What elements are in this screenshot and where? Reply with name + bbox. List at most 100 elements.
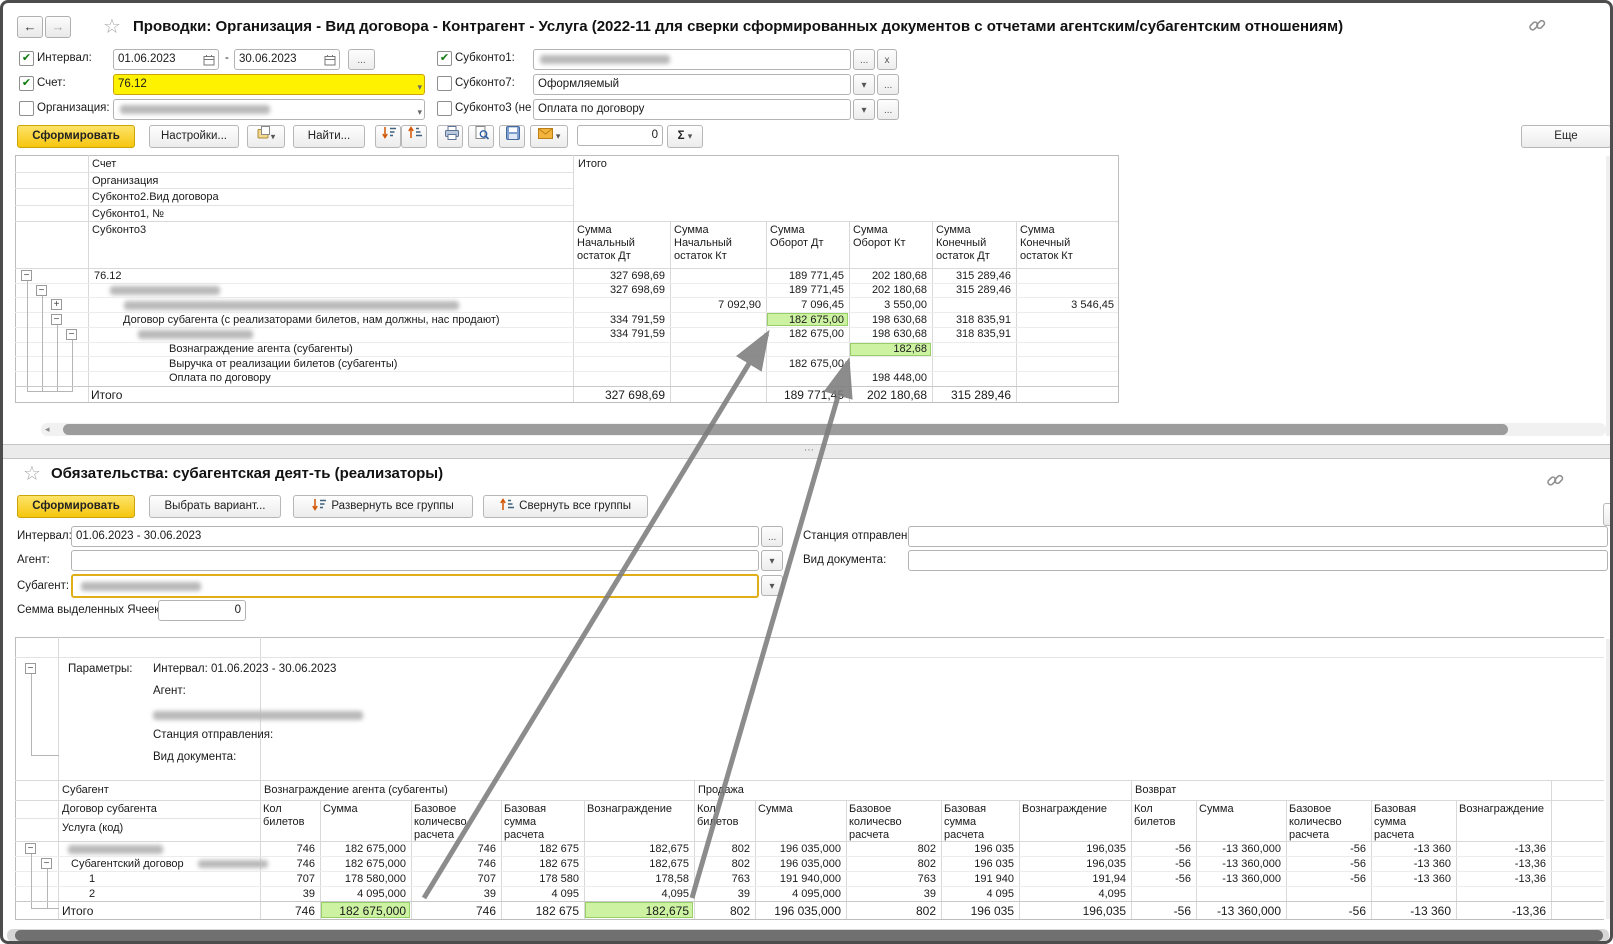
table-cell[interactable]: 327 698,69 (576, 284, 665, 296)
table-cell[interactable]: 198 448,00 (852, 372, 927, 384)
table-cell[interactable]: 334 791,59 (576, 314, 665, 326)
table-cell[interactable]: -56 (1289, 904, 1366, 918)
table-row-label[interactable]: 1 (89, 873, 95, 885)
table-cell[interactable]: 189 771,45 (769, 270, 844, 282)
table-cell[interactable]: 802 (697, 904, 750, 918)
table-cell[interactable]: 802 (849, 858, 936, 870)
doctype-input[interactable] (908, 550, 1608, 571)
table-cell[interactable]: 3 550,00 (852, 299, 927, 311)
table-row-label[interactable]: Вознаграждение агента (субагенты) (169, 343, 353, 355)
table-cell[interactable]: 196 035,000 (758, 843, 841, 855)
org-input[interactable]: ▾ (113, 99, 425, 120)
table-cell[interactable]: -13,36 (1459, 904, 1546, 918)
table-cell[interactable]: -56 (1289, 843, 1366, 855)
subkonto1-clear-button[interactable]: x (877, 49, 897, 70)
table-cell[interactable]: 182,675 (587, 858, 689, 870)
subkonto3-checkbox[interactable] (437, 101, 452, 116)
table-cell[interactable]: 191,94 (1022, 873, 1126, 885)
table-cell[interactable]: -13 360 (1374, 858, 1451, 870)
table-cell[interactable]: 202 180,68 (852, 284, 927, 296)
subagent-input[interactable] (71, 574, 759, 598)
table-cell[interactable]: 178 580,000 (323, 873, 406, 885)
table-cell[interactable]: -13 360 (1374, 904, 1451, 918)
save-button[interactable] (499, 125, 525, 148)
more-button[interactable]: Еще (1521, 125, 1611, 148)
table-cell[interactable]: 7 092,90 (673, 299, 761, 311)
subkonto1-input[interactable] (533, 49, 851, 70)
table-cell[interactable]: -13 360,000 (1199, 858, 1281, 870)
table-cell[interactable]: -13,36 (1459, 873, 1546, 885)
org-checkbox[interactable] (19, 101, 34, 116)
print-button[interactable] (437, 125, 463, 148)
table-cell[interactable]: 707 (414, 873, 496, 885)
table-cell[interactable]: -13 360 (1374, 843, 1451, 855)
dropdown-icon[interactable]: ▾ (417, 103, 422, 120)
tree-toggle-collapse[interactable]: − (25, 843, 36, 854)
station-input[interactable] (908, 526, 1608, 547)
link-icon[interactable] (1528, 16, 1547, 40)
table-cell[interactable]: 202 180,68 (852, 270, 927, 282)
favorite-star-icon[interactable]: ☆ (23, 464, 41, 484)
interval-more-button[interactable]: ... (348, 49, 375, 70)
table-cell[interactable]: 182 675 (504, 843, 579, 855)
calendar-icon[interactable] (203, 54, 215, 70)
table-cell[interactable]: 4 095,000 (758, 888, 841, 900)
table-cell[interactable]: 746 (263, 843, 315, 855)
table-cell[interactable]: -56 (1134, 904, 1191, 918)
table-cell[interactable]: -13,36 (1459, 858, 1546, 870)
table-cell[interactable]: 315 289,46 (935, 388, 1011, 402)
table-cell[interactable]: 334 791,59 (576, 328, 665, 340)
table-cell[interactable]: 182 675,000 (323, 904, 406, 918)
interval-checkbox[interactable]: ✔ (19, 51, 34, 66)
subkonto7-input[interactable]: Оформляемый (533, 74, 851, 95)
tree-toggle-collapse[interactable]: − (25, 663, 36, 674)
panel-splitter[interactable]: ⋯ (3, 444, 1613, 459)
interval-choose-button[interactable]: ... (761, 526, 783, 547)
table-cell[interactable]: 182 675,00 (769, 328, 844, 340)
date-to-input[interactable]: 30.06.2023 (234, 49, 340, 70)
table-cell[interactable]: -56 (1134, 873, 1191, 885)
tree-toggle-collapse[interactable]: − (51, 314, 62, 325)
table-cell[interactable]: 327 698,69 (576, 270, 665, 282)
mail-button[interactable]: ▾ (530, 125, 568, 148)
table-cell[interactable]: 746 (414, 904, 496, 918)
scroll-left-icon[interactable]: ◂ (45, 424, 50, 435)
more-button-clipped[interactable] (1603, 503, 1613, 526)
table-cell[interactable]: 196,035 (1022, 858, 1126, 870)
table-cell[interactable]: 315 289,46 (935, 284, 1011, 296)
bottom-hscrollbar-thumb[interactable] (15, 930, 1603, 941)
tree-toggle-collapse[interactable]: − (66, 329, 77, 340)
tree-toggle-collapse[interactable]: − (21, 270, 32, 281)
table-cell[interactable]: 39 (849, 888, 936, 900)
tree-toggle-collapse[interactable]: − (41, 858, 52, 869)
preview-button[interactable] (468, 125, 494, 148)
subkonto7-dropdown-button[interactable]: ▾ (853, 74, 875, 95)
table-cell[interactable]: 802 (697, 858, 750, 870)
table-cell[interactable]: 182 675,000 (323, 858, 406, 870)
sigma-button[interactable]: Σ ▾ (667, 125, 703, 148)
dropdown-icon[interactable]: ▾ (417, 78, 422, 95)
top-vscrollbar-track[interactable] (1606, 156, 1613, 436)
table-cell[interactable]: 318 835,91 (935, 328, 1011, 340)
table-cell[interactable]: 182,675 (587, 843, 689, 855)
table-cell[interactable]: 196 035 (944, 858, 1014, 870)
table-cell[interactable]: 191 940,000 (758, 873, 841, 885)
table-row-label[interactable]: Выручка от реализации билетов (субагенты… (169, 358, 397, 370)
table-cell[interactable]: 318 835,91 (935, 314, 1011, 326)
settings-button[interactable]: Настройки... (149, 125, 239, 148)
favorite-star-icon[interactable]: ☆ (103, 17, 121, 37)
table-cell[interactable]: 189 771,45 (769, 388, 844, 402)
bottom-vscrollbar-track[interactable] (1606, 639, 1613, 919)
tree-toggle-collapse[interactable]: − (36, 285, 47, 296)
table-cell[interactable]: -13 360,000 (1199, 873, 1281, 885)
choose-variant-button[interactable]: Выбрать вариант... (149, 495, 281, 518)
subkonto3-dropdown-button[interactable]: ▾ (853, 99, 875, 120)
subkonto1-checkbox[interactable]: ✔ (437, 51, 452, 66)
table-cell[interactable]: 189 771,45 (769, 284, 844, 296)
table-cell[interactable]: 198 630,68 (852, 314, 927, 326)
table-cell[interactable]: 802 (849, 904, 936, 918)
table-row-label[interactable]: Оплата по договору (169, 372, 271, 384)
table-cell[interactable]: 746 (414, 858, 496, 870)
generate-button[interactable]: Сформировать (17, 495, 135, 518)
table-cell[interactable]: 802 (697, 843, 750, 855)
